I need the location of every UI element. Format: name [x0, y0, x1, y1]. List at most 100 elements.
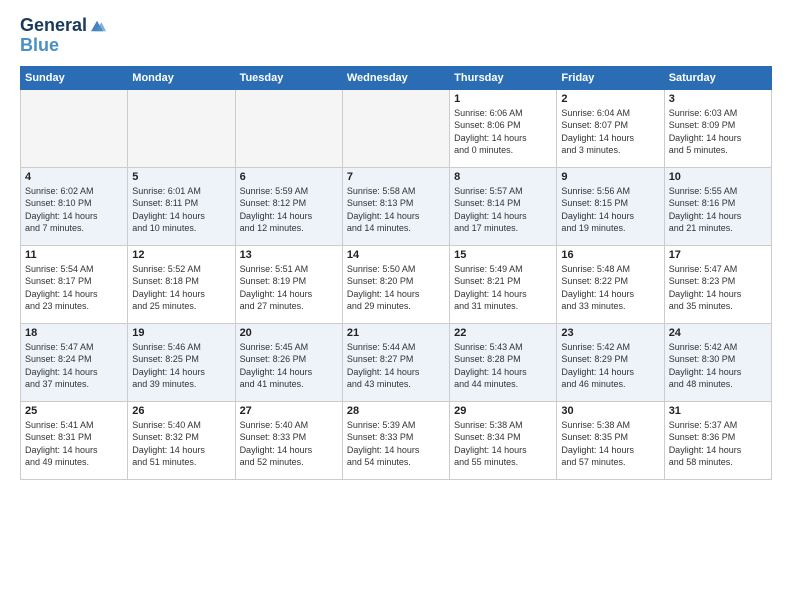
calendar-cell: 29Sunrise: 5:38 AM Sunset: 8:34 PM Dayli… [450, 401, 557, 479]
calendar-cell [128, 89, 235, 167]
day-detail: Sunrise: 5:58 AM Sunset: 8:13 PM Dayligh… [347, 185, 445, 235]
header-thursday: Thursday [450, 66, 557, 89]
day-number: 17 [669, 249, 767, 261]
calendar-cell: 26 Sunrise: 5:40 AM Sunset: 8:32 PM Dayli… [128, 401, 235, 479]
day-number: 16 [561, 249, 659, 261]
day-detail: Sunrise: 5:55 AM Sunset: 8:16 PM Dayligh… [669, 185, 767, 235]
day-detail: Sunrise: 6:02 AM Sunset: 8:10 PM Dayligh… [25, 185, 123, 235]
day-number: 1 [454, 93, 552, 105]
calendar-table: SundayMondayTuesdayWednesdayThursdayFrid… [20, 66, 772, 480]
calendar-cell: 18 Sunrise: 5:47 AM Sunset: 8:24 PM Dayli… [21, 323, 128, 401]
day-detail: Sunrise: 6:06 AM Sunset: 8:06 PM Dayligh… [454, 107, 552, 157]
header-sunday: Sunday [21, 66, 128, 89]
calendar-cell: 20Sunrise: 5:45 AM Sunset: 8:26 PM Dayli… [235, 323, 342, 401]
day-number: 24 [669, 327, 767, 339]
day-detail: Sunrise: 6:04 AM Sunset: 8:07 PM Dayligh… [561, 107, 659, 157]
week-row-2: 4 Sunrise: 6:02 AM Sunset: 8:10 PM Daylig… [21, 167, 772, 245]
day-number: 27 [240, 405, 338, 417]
day-detail: Sunrise: 5:43 AM Sunset: 8:28 PM Dayligh… [454, 341, 552, 391]
day-number: 7 [347, 171, 445, 183]
logo-text-general: General [20, 16, 87, 36]
day-number: 4 [25, 171, 123, 183]
header-tuesday: Tuesday [235, 66, 342, 89]
day-detail: Sunrise: 5:49 AM Sunset: 8:21 PM Dayligh… [454, 263, 552, 313]
calendar-cell: 12 Sunrise: 5:52 AM Sunset: 8:18 PM Dayli… [128, 245, 235, 323]
calendar-cell: 15 Sunrise: 5:49 AM Sunset: 8:21 PM Dayli… [450, 245, 557, 323]
calendar-cell: 3 Sunrise: 6:03 AM Sunset: 8:09 PM Daylig… [664, 89, 771, 167]
calendar-cell: 13Sunrise: 5:51 AM Sunset: 8:19 PM Dayli… [235, 245, 342, 323]
day-number: 8 [454, 171, 552, 183]
calendar-cell: 19 Sunrise: 5:46 AM Sunset: 8:25 PM Dayli… [128, 323, 235, 401]
day-detail: Sunrise: 5:46 AM Sunset: 8:25 PM Dayligh… [132, 341, 230, 391]
day-detail: Sunrise: 5:47 AM Sunset: 8:23 PM Dayligh… [669, 263, 767, 313]
day-number: 28 [347, 405, 445, 417]
header-row: SundayMondayTuesdayWednesdayThursdayFrid… [21, 66, 772, 89]
day-detail: Sunrise: 5:39 AM Sunset: 8:33 PM Dayligh… [347, 419, 445, 469]
calendar-cell: 6Sunrise: 5:59 AM Sunset: 8:12 PM Daylig… [235, 167, 342, 245]
day-detail: Sunrise: 5:54 AM Sunset: 8:17 PM Dayligh… [25, 263, 123, 313]
calendar-cell: 11 Sunrise: 5:54 AM Sunset: 8:17 PM Dayli… [21, 245, 128, 323]
header-wednesday: Wednesday [342, 66, 449, 89]
day-detail: Sunrise: 5:40 AM Sunset: 8:32 PM Dayligh… [132, 419, 230, 469]
calendar-cell: 16 Sunrise: 5:48 AM Sunset: 8:22 PM Dayli… [557, 245, 664, 323]
day-detail: Sunrise: 5:52 AM Sunset: 8:18 PM Dayligh… [132, 263, 230, 313]
day-detail: Sunrise: 5:50 AM Sunset: 8:20 PM Dayligh… [347, 263, 445, 313]
day-detail: Sunrise: 5:42 AM Sunset: 8:29 PM Dayligh… [561, 341, 659, 391]
day-number: 19 [132, 327, 230, 339]
day-number: 12 [132, 249, 230, 261]
day-number: 21 [347, 327, 445, 339]
day-detail: Sunrise: 5:42 AM Sunset: 8:30 PM Dayligh… [669, 341, 767, 391]
week-row-3: 11 Sunrise: 5:54 AM Sunset: 8:17 PM Dayli… [21, 245, 772, 323]
day-detail: Sunrise: 5:41 AM Sunset: 8:31 PM Dayligh… [25, 419, 123, 469]
header: General Blue [20, 16, 772, 56]
logo: General Blue [20, 16, 106, 56]
day-detail: Sunrise: 5:47 AM Sunset: 8:24 PM Dayligh… [25, 341, 123, 391]
day-number: 31 [669, 405, 767, 417]
calendar-cell [235, 89, 342, 167]
calendar-cell: 4 Sunrise: 6:02 AM Sunset: 8:10 PM Daylig… [21, 167, 128, 245]
day-detail: Sunrise: 5:48 AM Sunset: 8:22 PM Dayligh… [561, 263, 659, 313]
day-number: 5 [132, 171, 230, 183]
day-number: 9 [561, 171, 659, 183]
day-number: 30 [561, 405, 659, 417]
day-number: 2 [561, 93, 659, 105]
calendar-cell: 7 Sunrise: 5:58 AM Sunset: 8:13 PM Daylig… [342, 167, 449, 245]
day-number: 29 [454, 405, 552, 417]
calendar-cell: 30Sunrise: 5:38 AM Sunset: 8:35 PM Dayli… [557, 401, 664, 479]
calendar-cell: 2 Sunrise: 6:04 AM Sunset: 8:07 PM Daylig… [557, 89, 664, 167]
calendar-cell: 9 Sunrise: 5:56 AM Sunset: 8:15 PM Daylig… [557, 167, 664, 245]
day-number: 3 [669, 93, 767, 105]
day-detail: Sunrise: 6:03 AM Sunset: 8:09 PM Dayligh… [669, 107, 767, 157]
calendar-cell: 14Sunrise: 5:50 AM Sunset: 8:20 PM Dayli… [342, 245, 449, 323]
header-monday: Monday [128, 66, 235, 89]
calendar-cell [21, 89, 128, 167]
calendar-cell: 27 Sunrise: 5:40 AM Sunset: 8:33 PM Dayli… [235, 401, 342, 479]
calendar-cell: 21 Sunrise: 5:44 AM Sunset: 8:27 PM Dayli… [342, 323, 449, 401]
day-detail: Sunrise: 5:56 AM Sunset: 8:15 PM Dayligh… [561, 185, 659, 235]
day-number: 18 [25, 327, 123, 339]
calendar-cell: 25 Sunrise: 5:41 AM Sunset: 8:31 PM Dayli… [21, 401, 128, 479]
day-detail: Sunrise: 5:57 AM Sunset: 8:14 PM Dayligh… [454, 185, 552, 235]
day-detail: Sunrise: 5:40 AM Sunset: 8:33 PM Dayligh… [240, 419, 338, 469]
day-number: 22 [454, 327, 552, 339]
calendar-cell: 5 Sunrise: 6:01 AM Sunset: 8:11 PM Daylig… [128, 167, 235, 245]
calendar-cell: 28 Sunrise: 5:39 AM Sunset: 8:33 PM Dayli… [342, 401, 449, 479]
day-number: 10 [669, 171, 767, 183]
calendar-cell: 1 Sunrise: 6:06 AM Sunset: 8:06 PM Daylig… [450, 89, 557, 167]
day-detail: Sunrise: 5:45 AM Sunset: 8:26 PM Dayligh… [240, 341, 338, 391]
day-number: 23 [561, 327, 659, 339]
calendar-cell: 10 Sunrise: 5:55 AM Sunset: 8:16 PM Dayli… [664, 167, 771, 245]
calendar-cell: 17 Sunrise: 5:47 AM Sunset: 8:23 PM Dayli… [664, 245, 771, 323]
day-detail: Sunrise: 5:44 AM Sunset: 8:27 PM Dayligh… [347, 341, 445, 391]
day-number: 25 [25, 405, 123, 417]
day-number: 13 [240, 249, 338, 261]
day-detail: Sunrise: 6:01 AM Sunset: 8:11 PM Dayligh… [132, 185, 230, 235]
week-row-5: 25 Sunrise: 5:41 AM Sunset: 8:31 PM Dayli… [21, 401, 772, 479]
day-detail: Sunrise: 5:37 AM Sunset: 8:36 PM Dayligh… [669, 419, 767, 469]
day-number: 26 [132, 405, 230, 417]
week-row-4: 18 Sunrise: 5:47 AM Sunset: 8:24 PM Dayli… [21, 323, 772, 401]
day-number: 11 [25, 249, 123, 261]
calendar-cell: 23 Sunrise: 5:42 AM Sunset: 8:29 PM Dayli… [557, 323, 664, 401]
day-number: 15 [454, 249, 552, 261]
calendar-page: General Blue SundayMondayTuesdayWednesda… [0, 0, 792, 612]
